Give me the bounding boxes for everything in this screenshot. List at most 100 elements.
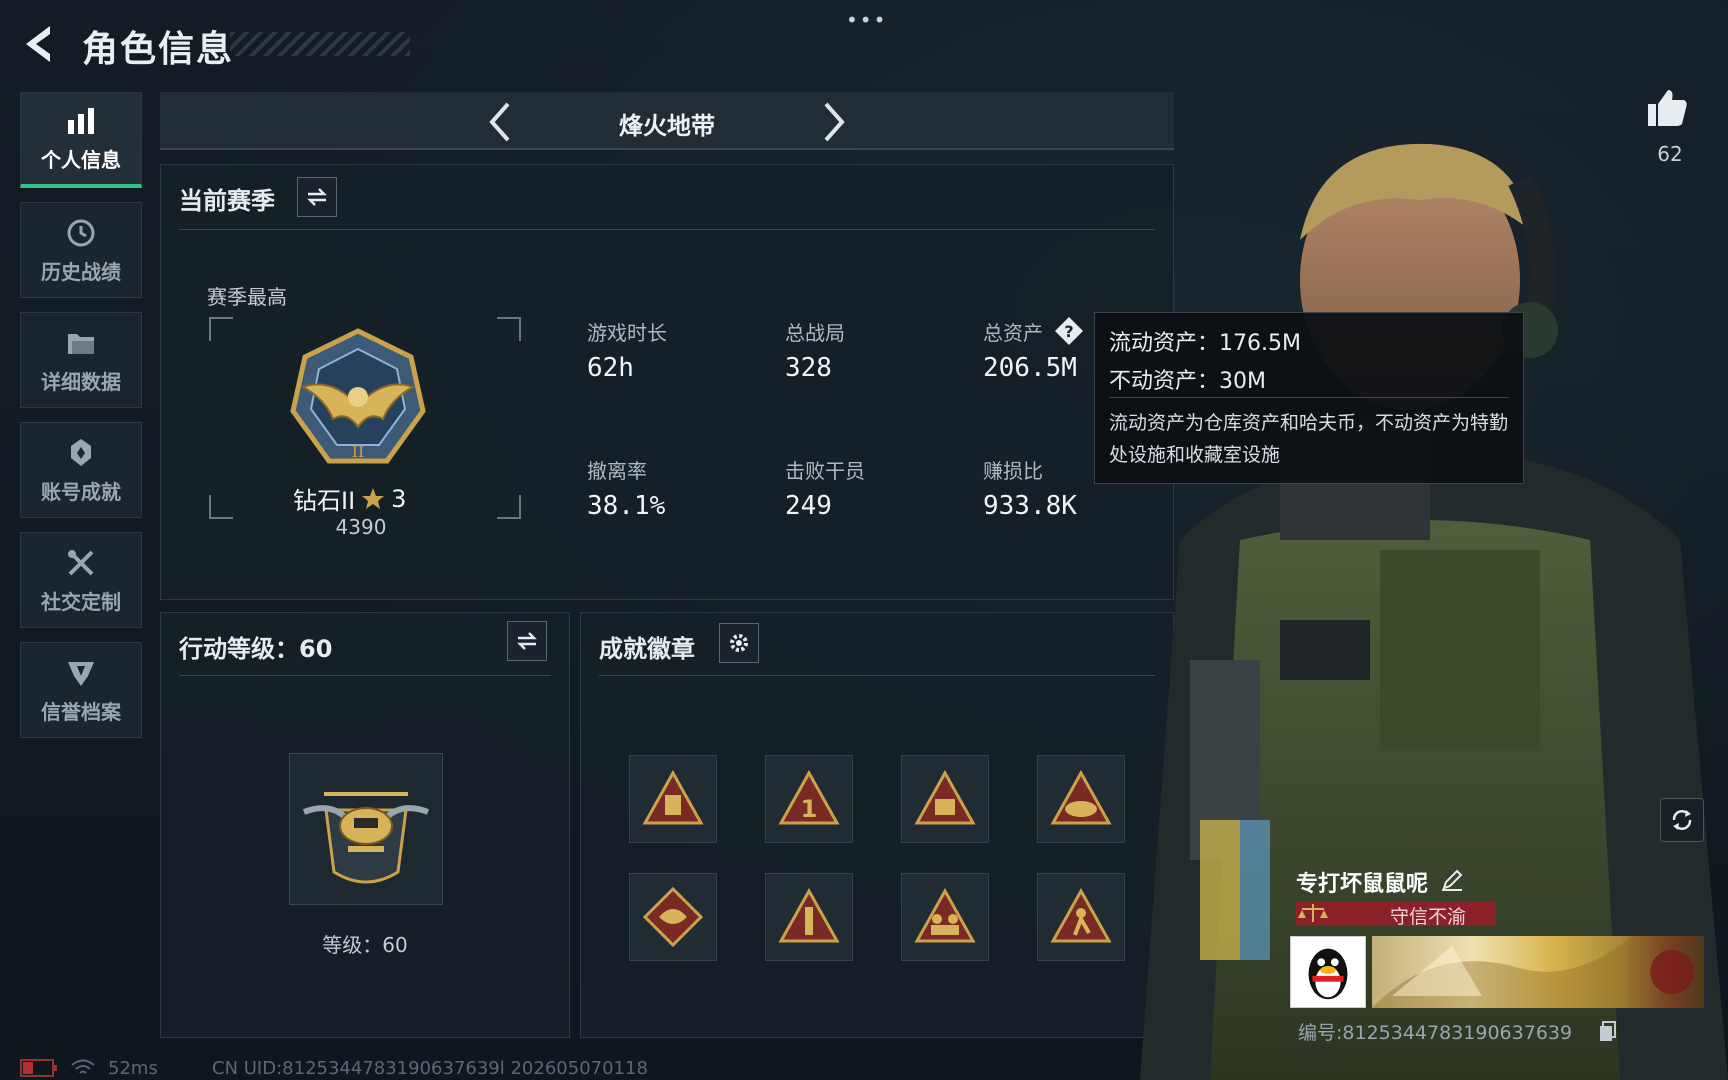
swap-icon <box>307 188 327 206</box>
bar-chart-icon <box>68 108 94 134</box>
stat-value: 206.5M <box>983 353 1077 383</box>
badge-tile[interactable] <box>629 873 717 961</box>
divider <box>179 675 551 676</box>
sidebar-item-social-custom[interactable]: 社交定制 <box>20 532 142 628</box>
achievement-badge-icon <box>71 438 91 466</box>
badge-tile[interactable]: 1 <box>765 755 853 843</box>
swap-level-button[interactable] <box>507 621 547 661</box>
badge-tile[interactable] <box>629 755 717 843</box>
stat-label: 赚损比 <box>983 459 1043 483</box>
folder-icon <box>68 333 94 354</box>
frame-corner <box>497 495 521 519</box>
assets-tooltip: 流动资产：176.5M 不动资产：30M 流动资产为仓库资产和哈夫币，不动资产为… <box>1094 312 1524 484</box>
player-id: 编号:8125344783190637639 <box>1298 1022 1573 1044</box>
rank-title: 钻石II 3 <box>293 481 406 516</box>
divider <box>599 675 1155 676</box>
frame-corner <box>209 495 233 519</box>
star-icon <box>362 487 385 509</box>
stat-value: 328 <box>785 353 832 383</box>
rotate-character-button[interactable] <box>1660 798 1704 842</box>
stat-value: 933.8K <box>983 491 1077 521</box>
sidebar-item-label: 账号成就 <box>41 479 121 504</box>
question-help-icon[interactable]: ? <box>1053 315 1085 347</box>
history-clock-icon <box>67 219 95 246</box>
stat-value: 38.1% <box>587 491 666 521</box>
player-name: 专打坏鼠鼠呢 <box>1296 872 1429 897</box>
rotate-icon <box>1672 810 1692 830</box>
copy-icon[interactable] <box>1598 1020 1618 1042</box>
tools-icon <box>68 549 94 575</box>
tooltip-liquid-assets: 流动资产：176.5M <box>1109 331 1301 356</box>
like-count: 62 <box>1657 142 1683 166</box>
tooltip-fixed-assets: 不动资产：30M <box>1109 369 1266 394</box>
season-best-label: 赛季最高 <box>207 285 287 309</box>
badge-tile[interactable] <box>765 873 853 961</box>
helicopter-emblem-icon <box>302 792 430 884</box>
triangle-58-badge-icon <box>914 769 976 825</box>
stat-label: 击败干员 <box>785 459 865 483</box>
rank-emblem-icon: II <box>290 328 426 464</box>
triangle-1-badge-icon: 1 <box>778 769 840 825</box>
shield-icon <box>68 661 94 686</box>
triangle-soldiers-badge-icon <box>914 887 976 943</box>
badge-settings-button[interactable] <box>719 623 759 663</box>
badges-panel: 成就徽章 1 <box>580 612 1174 1038</box>
sidebar-item-label: 个人信息 <box>41 148 121 172</box>
pencil-edit-icon[interactable] <box>1440 868 1464 892</box>
badge-tile[interactable] <box>901 755 989 843</box>
action-level-title: 行动等级：60 <box>179 635 333 663</box>
level-text: 等级：60 <box>322 933 408 957</box>
battery-icon <box>20 1059 57 1077</box>
ping-text: 52ms <box>108 1058 158 1079</box>
frame-corner <box>497 317 521 341</box>
title-decoration <box>230 32 410 56</box>
scales-icon <box>1298 904 1328 922</box>
mode-title: 烽火地带 <box>619 112 715 140</box>
sidebar-item-detailed-data[interactable]: 详细数据 <box>20 312 142 408</box>
badge-tile[interactable] <box>901 873 989 961</box>
action-level-panel: 行动等级：60 等级：60 <box>160 612 570 1038</box>
avatar[interactable] <box>1290 936 1366 1008</box>
badge-tile[interactable] <box>1037 755 1125 843</box>
sidebar-item-label: 详细数据 <box>41 369 121 394</box>
uid-text: CN UID:8125344783190637639l 202605070118 <box>212 1058 648 1079</box>
honor-title: 守信不渝 <box>1390 906 1467 928</box>
divider <box>179 229 1155 230</box>
sidebar-item-label: 信誉档案 <box>41 699 121 724</box>
name-card-banner <box>1372 936 1704 1008</box>
stat-label: 撤离率 <box>587 459 647 483</box>
stat-label: 总战局 <box>785 321 845 345</box>
triangle-rocket-badge-icon <box>778 887 840 943</box>
season-panel: 当前赛季 赛季最高 II 钻石II 3 4390 游戏时长 62h 总战局 32… <box>160 164 1174 600</box>
dragon-diamond-badge-icon <box>642 886 704 948</box>
season-title: 当前赛季 <box>179 187 275 215</box>
mode-selector: 烽火地带 <box>160 92 1174 150</box>
frame-corner <box>209 317 233 341</box>
swap-season-button[interactable] <box>297 177 337 217</box>
svg-text:?: ? <box>1064 322 1073 341</box>
sidebar-item-personal-info[interactable]: 个人信息 <box>20 92 142 188</box>
sidebar-item-history[interactable]: 历史战绩 <box>20 202 142 298</box>
sidebar-item-label: 社交定制 <box>41 589 121 614</box>
swap-icon <box>517 632 537 650</box>
wifi-icon <box>71 1059 95 1074</box>
sidebar-item-label: 历史战绩 <box>41 259 121 284</box>
gear-icon <box>730 634 748 652</box>
triangle-nest-badge-icon <box>1050 769 1112 825</box>
page-title: 角色信息 <box>82 29 235 70</box>
triangle-runner-badge-icon <box>1050 887 1112 943</box>
rank-stars: 3 <box>391 484 407 513</box>
rank-name: 钻石II <box>293 487 356 515</box>
back-arrow-icon[interactable] <box>20 22 60 66</box>
triangle-badge-icon <box>642 769 704 825</box>
tooltip-description: 流动资产为仓库资产和哈夫币，不动资产为特勤处设施和收藏室设施 <box>1109 412 1509 466</box>
chevron-right-icon[interactable] <box>816 100 852 144</box>
thumbs-up-icon[interactable] <box>1644 86 1688 130</box>
sidebar-item-achievements[interactable]: 账号成就 <box>20 422 142 518</box>
svg-text:II: II <box>352 442 365 461</box>
badge-tile[interactable] <box>1037 873 1125 961</box>
sidebar-item-credit-record[interactable]: 信誉档案 <box>20 642 142 738</box>
stat-label: 游戏时长 <box>587 321 667 345</box>
menu-dots-icon[interactable]: ••• <box>846 8 887 32</box>
level-emblem-frame <box>289 753 443 905</box>
